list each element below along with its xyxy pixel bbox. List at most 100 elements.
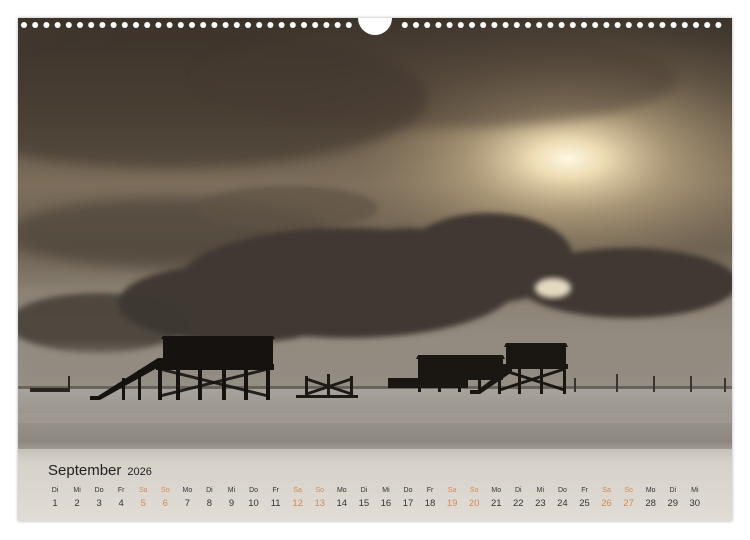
binding-hole: [312, 22, 319, 28]
binding-hole: [614, 22, 621, 28]
day-cell: So 27: [619, 486, 639, 512]
binding-hole: [267, 22, 274, 28]
day-cell: Sa 19: [442, 486, 462, 512]
binding-hole: [289, 22, 296, 28]
day-cell: Fr 18: [420, 486, 440, 512]
weekday-label: So: [315, 487, 325, 494]
binding-hole: [491, 22, 498, 28]
weekday-label: Di: [360, 487, 368, 494]
binding-hole: [704, 22, 711, 28]
binding-hole: [480, 22, 487, 28]
binding-hole: [189, 22, 195, 28]
weekday-label: Sa: [447, 487, 457, 494]
binding-hole: [581, 22, 587, 28]
day-cell: Do 17: [398, 486, 418, 512]
binding-hole: [21, 22, 27, 28]
day-cell: Do 10: [244, 486, 264, 512]
weekday-label: Mi: [73, 487, 81, 494]
day-cell: Di 22: [508, 486, 528, 512]
binding-hole: [77, 22, 83, 28]
day-number: 21: [490, 498, 502, 509]
day-cell: Mi 23: [530, 486, 550, 512]
binding-hole: [525, 22, 531, 28]
binding-hole: [513, 22, 520, 28]
spiral-binding: [21, 18, 722, 35]
weekday-label: So: [161, 487, 170, 494]
day-number: 10: [248, 498, 259, 509]
day-cell: Fr 4: [111, 486, 131, 512]
day-number: 14: [336, 498, 348, 509]
binding-hole: [155, 22, 162, 28]
binding-hole: [233, 22, 240, 28]
binding-hole: [144, 22, 151, 28]
weekday-label: Fr: [581, 487, 588, 494]
binding-hole: [469, 22, 475, 28]
day-number: 25: [579, 498, 590, 509]
day-number: 26: [601, 498, 612, 509]
day-number: 15: [358, 498, 370, 509]
binding-hole: [547, 22, 554, 28]
day-cell: Mi 9: [222, 486, 242, 512]
day-number: 11: [270, 498, 281, 509]
weekday-label: Do: [403, 487, 413, 494]
weekday-label: Di: [669, 487, 677, 494]
day-cell: Mo 7: [177, 486, 197, 512]
binding-hole: [659, 22, 666, 28]
day-cell: Di 8: [199, 486, 219, 512]
binding-hole: [301, 22, 307, 28]
weekday-label: Fr: [426, 487, 434, 494]
day-number: 3: [96, 498, 102, 509]
day-cell: Di 1: [45, 486, 65, 512]
day-cell: Mo 21: [486, 486, 506, 512]
day-cell: Mi 2: [67, 486, 87, 512]
day-number: 13: [314, 498, 326, 509]
weekday-label: Do: [557, 487, 567, 494]
day-cell: So 13: [310, 486, 330, 512]
binding-hole: [323, 22, 330, 28]
day-row: Di 1 Mi 2 Do 3 Fr 4 Sa 5 So 6 Mo 7 Di 8 Mi 9 Do 10 Fr 11 Sa 12 S…: [45, 486, 705, 512]
day-cell: Do 24: [552, 486, 572, 512]
weekday-label: Mo: [645, 487, 656, 494]
day-number: 29: [667, 498, 679, 509]
weekday-label: Mo: [491, 487, 502, 494]
day-number: 12: [292, 498, 303, 509]
binding-hole: [99, 22, 106, 28]
binding-hole: [401, 22, 408, 28]
binding-hole: [65, 22, 72, 28]
binding-hole: [502, 22, 509, 28]
binding-hole: [345, 22, 352, 28]
weekday-label: Sa: [602, 487, 611, 494]
binding-hole: [88, 22, 95, 28]
binding-hole: [222, 22, 229, 28]
binding-hole: [32, 22, 39, 28]
binding-hole: [424, 22, 431, 28]
month-name: September: [48, 462, 122, 479]
binding-hole: [245, 22, 251, 28]
weekday-label: Fr: [117, 487, 125, 494]
binding-hole: [43, 22, 50, 28]
weekday-label: Mi: [536, 487, 545, 494]
binding-hole: [278, 22, 285, 28]
binding-hole: [200, 22, 207, 28]
day-number: 16: [380, 498, 392, 509]
weekday-label: Do: [249, 487, 259, 494]
day-number: 8: [206, 498, 213, 509]
day-number: 27: [623, 498, 634, 509]
day-number: 5: [140, 498, 146, 509]
binding-hole: [670, 22, 677, 28]
beach-stilt-houses-photo: [18, 18, 732, 521]
weekday-label: Sa: [138, 487, 148, 494]
binding-hole: [536, 22, 543, 28]
day-number: 6: [162, 498, 168, 509]
weekday-label: So: [624, 487, 633, 494]
weekday-label: Mi: [227, 487, 236, 494]
weekday-label: Mi: [382, 487, 390, 494]
binding-hole: [166, 22, 173, 28]
binding-hole: [435, 22, 442, 28]
weekday-label: Mo: [182, 487, 193, 494]
day-number: 18: [424, 498, 436, 509]
day-cell: Fr 25: [575, 486, 595, 512]
day-number: 7: [184, 498, 191, 509]
day-number: 17: [402, 498, 414, 509]
day-cell: Fr 11: [266, 486, 286, 512]
